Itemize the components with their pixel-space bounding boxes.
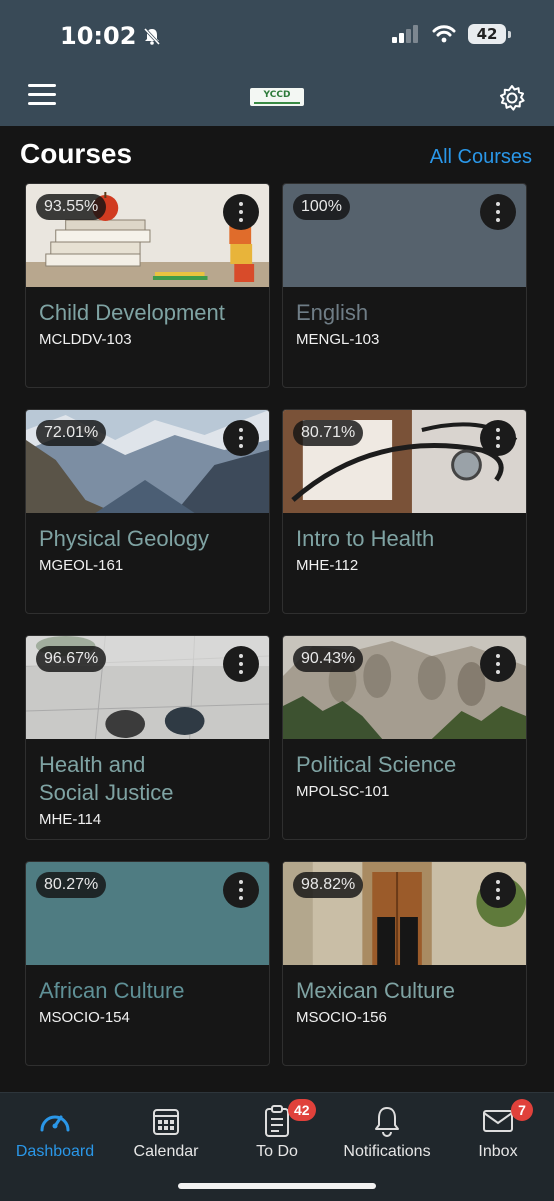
course-options-button[interactable] — [223, 646, 259, 682]
course-card[interactable]: 80.27% African Culture MSOCIO-154 — [25, 861, 270, 1066]
tab-label: To Do — [256, 1143, 298, 1160]
course-options-button[interactable] — [480, 646, 516, 682]
course-options-button[interactable] — [480, 872, 516, 908]
course-options-button[interactable] — [223, 420, 259, 456]
calendar-icon — [153, 1109, 179, 1135]
course-code: MSOCIO-154 — [39, 1009, 130, 1026]
bell-icon — [375, 1107, 399, 1137]
tab-dashboard[interactable]: Dashboard — [0, 1101, 110, 1161]
status-bar-time: 10:02 — [60, 22, 162, 50]
course-name: Mexican Culture — [296, 978, 455, 1003]
menu-line-icon — [28, 84, 56, 87]
course-code: MSOCIO-156 — [296, 1009, 387, 1026]
wifi-icon — [432, 25, 456, 43]
tab-label: Inbox — [478, 1143, 518, 1160]
grade-badge: 90.43% — [293, 646, 364, 672]
tab-inbox[interactable]: 7 Inbox — [443, 1099, 553, 1161]
grade-badge: 80.71% — [293, 420, 364, 446]
course-options-button[interactable] — [223, 872, 259, 908]
tab-notifications[interactable]: Notifications — [332, 1101, 442, 1161]
course-card[interactable]: 98.82% Mexican Culture MSOCIO-156 — [282, 861, 527, 1066]
course-card[interactable]: 100% English MENGL-103 — [282, 183, 527, 388]
tab-label: Dashboard — [15, 1143, 95, 1160]
courses-heading: Courses — [20, 138, 133, 169]
status-bar-right: 42 — [392, 24, 511, 44]
grade-badge: 80.27% — [36, 872, 107, 898]
hamburger-menu-button[interactable] — [28, 84, 56, 106]
grade-badge: 72.01% — [36, 420, 107, 446]
course-code: MHE-112 — [296, 557, 359, 574]
course-options-button[interactable] — [223, 194, 259, 230]
course-code: MENGL-103 — [296, 331, 380, 348]
top-header: 10:02 42 YCCD — [0, 0, 554, 126]
envelope-icon — [483, 1110, 513, 1132]
course-card[interactable]: 93.55% Child Development MCLDDV-103 — [25, 183, 270, 388]
course-card[interactable]: 72.01% Physical Geology MGEOL-161 — [25, 409, 270, 614]
signal-icon — [392, 25, 418, 43]
course-options-button[interactable] — [480, 420, 516, 456]
course-card[interactable]: 96.67% Health and Social Justice MHE-114 — [25, 635, 270, 840]
course-card[interactable]: 80.71% Intro to Health MHE-112 — [282, 409, 527, 614]
inbox-count-badge: 7 — [511, 1099, 533, 1121]
grade-badge: 98.82% — [293, 872, 364, 898]
grade-badge: 93.55% — [36, 194, 107, 220]
tab-to-do[interactable]: 42 To Do — [222, 1099, 332, 1161]
course-card[interactable]: 90.43% Political Science MPOLSC-101 — [282, 635, 527, 840]
grade-badge: 100% — [293, 194, 350, 220]
course-name: Child Development — [39, 300, 225, 325]
grade-badge: 96.67% — [36, 646, 107, 672]
home-indicator — [178, 1183, 376, 1189]
dashboard-gauge-icon — [40, 1115, 70, 1132]
tab-label: Notifications — [343, 1143, 431, 1160]
course-name: Health and Social Justice — [39, 752, 174, 805]
course-name: African Culture — [39, 978, 185, 1003]
course-code: MPOLSC-101 — [296, 783, 390, 800]
course-code: MCLDDV-103 — [39, 331, 132, 348]
tab-calendar[interactable]: Calendar — [111, 1101, 221, 1161]
course-name: English — [296, 300, 369, 325]
yccd-logo: YCCD — [250, 88, 304, 106]
course-name: Physical Geology — [39, 526, 209, 551]
todo-count-badge: 42 — [288, 1099, 316, 1121]
menu-line-icon — [28, 102, 56, 105]
course-code: MGEOL-161 — [39, 557, 124, 574]
tab-label: Calendar — [133, 1143, 199, 1160]
course-options-button[interactable] — [480, 194, 516, 230]
all-courses-link[interactable]: All Courses — [430, 146, 532, 169]
settings-gear-icon[interactable] — [498, 84, 526, 112]
menu-line-icon — [28, 93, 56, 96]
course-code: MHE-114 — [39, 811, 102, 828]
silent-bell-icon — [144, 27, 161, 46]
todo-clipboard-icon — [265, 1105, 289, 1137]
course-name: Political Science — [296, 752, 457, 777]
battery-indicator: 42 — [468, 24, 511, 44]
course-name: Intro to Health — [296, 526, 435, 551]
